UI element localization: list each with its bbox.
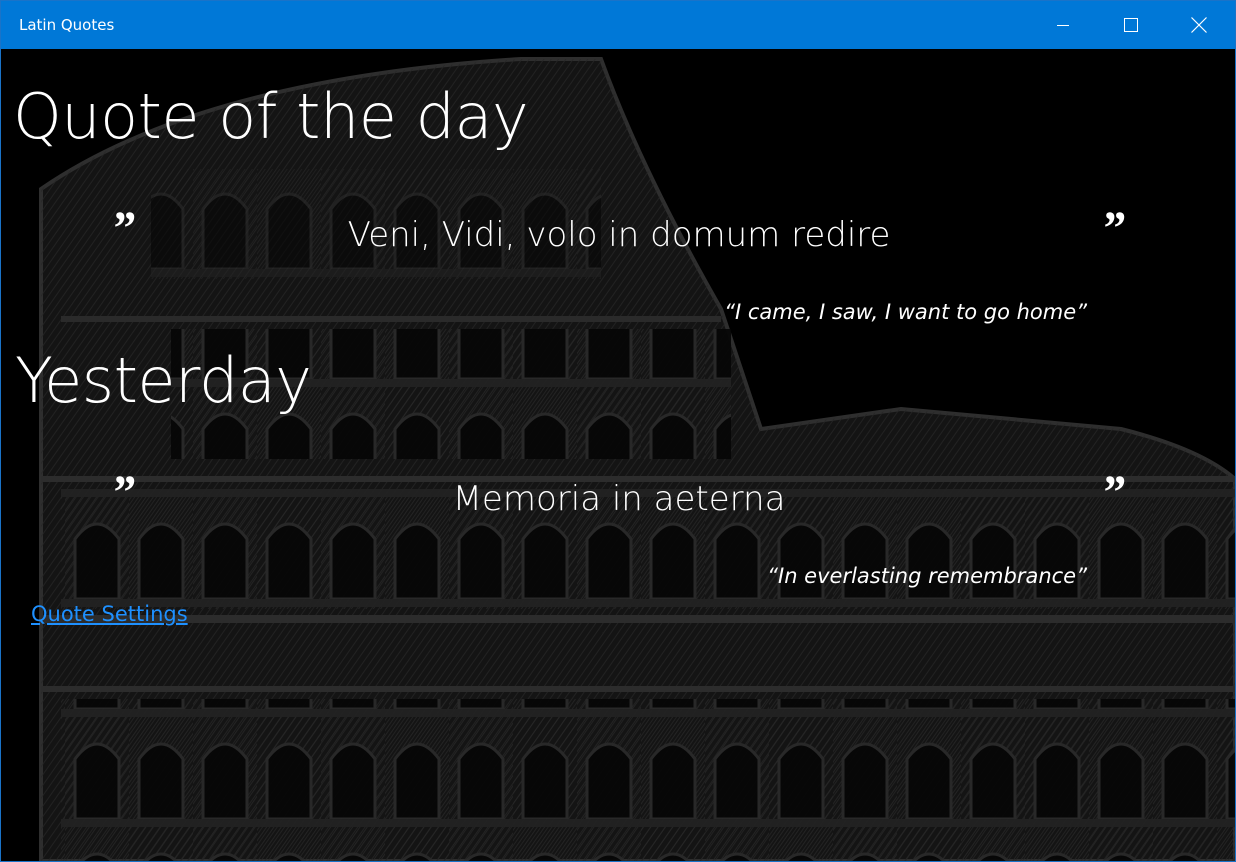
close-quote-icon: ” xyxy=(1101,466,1125,519)
title-bar[interactable]: Latin Quotes xyxy=(1,1,1235,49)
yesterday-latin-quote: Memoria in aeterna xyxy=(452,479,786,519)
today-latin-quote: Veni, Vidi, volo in domum redire xyxy=(347,215,891,255)
maximize-icon xyxy=(1124,18,1138,32)
window-title: Latin Quotes xyxy=(19,16,115,34)
close-icon xyxy=(1191,17,1207,33)
main-content: Quote of the day ” Veni, Vidi, volo in d… xyxy=(1,49,1235,861)
close-button[interactable] xyxy=(1165,1,1233,49)
open-quote-icon: ” xyxy=(111,202,135,255)
quote-of-the-day-heading: Quote of the day xyxy=(13,80,529,153)
quote-settings-link[interactable]: Quote Settings xyxy=(31,601,188,627)
app-window: Latin Quotes Quote of the day ” Veni, Vi… xyxy=(0,0,1236,862)
minimize-button[interactable] xyxy=(1029,1,1097,49)
yesterday-english-translation: “In everlasting remembrance” xyxy=(767,564,1087,588)
colosseum-background-image xyxy=(39,57,1235,861)
yesterday-heading: Yesterday xyxy=(15,344,312,417)
close-quote-icon: ” xyxy=(1101,202,1125,255)
open-quote-icon: ” xyxy=(111,466,135,519)
maximize-button[interactable] xyxy=(1097,1,1165,49)
today-english-translation: “I came, I saw, I want to go home” xyxy=(724,300,1087,324)
minimize-icon xyxy=(1057,19,1069,31)
